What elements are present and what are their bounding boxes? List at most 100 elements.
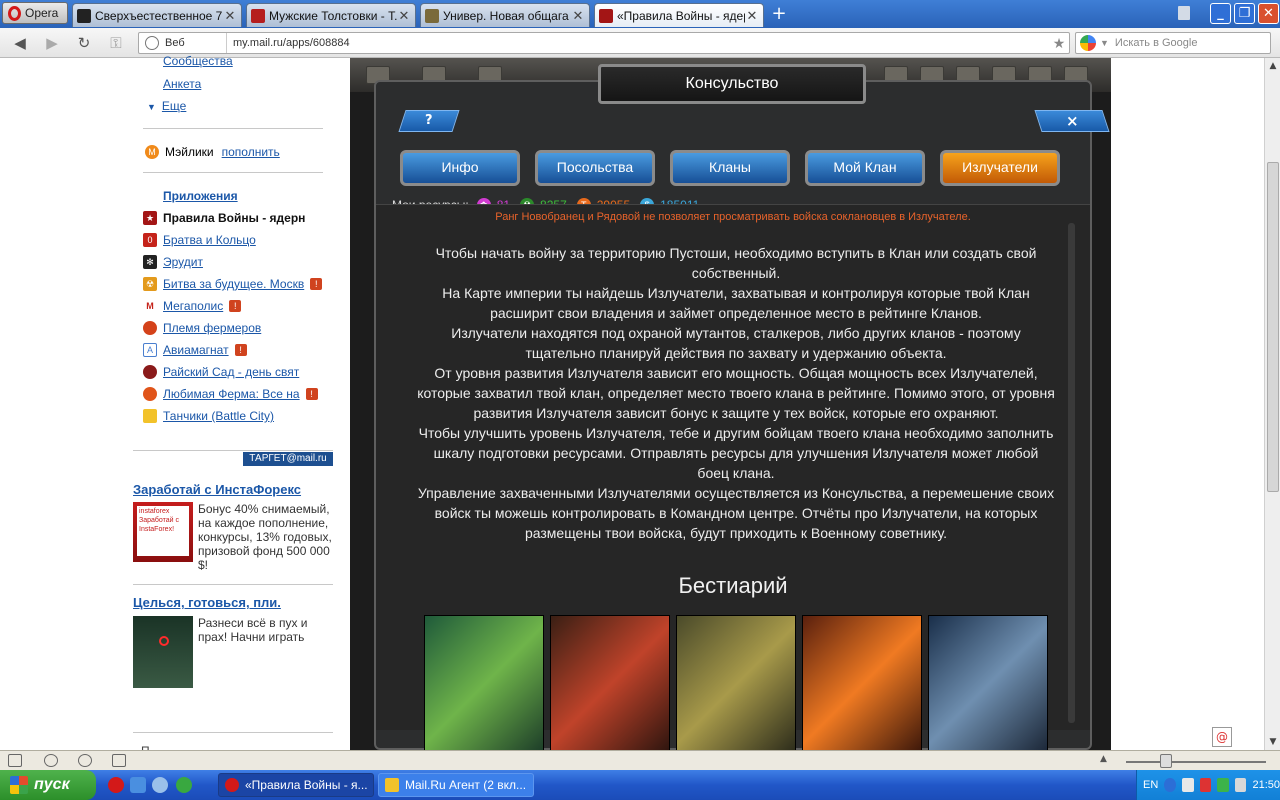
triangle-down-icon: ▼	[147, 102, 156, 112]
scrollbar-thumb[interactable]	[1267, 162, 1279, 492]
minimize-button[interactable]: _	[1210, 3, 1231, 24]
bookmark-star-icon[interactable]: ★	[1049, 35, 1069, 52]
start-button[interactable]: пуск	[0, 770, 96, 800]
tab-title: «Правила Войны - ядер...	[617, 8, 745, 23]
game-viewport[interactable]: ? × Инфо Посольства Кланы Мой Клан Излуч…	[350, 58, 1111, 750]
divider	[133, 732, 333, 733]
back-icon[interactable]: ◀	[10, 34, 30, 52]
content-scrollbar[interactable]	[1068, 223, 1075, 723]
help-button[interactable]: ?	[398, 110, 460, 132]
windows-taskbar: пуск «Правила Войны - я... Mail.Ru Агент…	[0, 770, 1280, 800]
chat-quicklaunch-icon[interactable]	[176, 777, 192, 793]
tab-close-icon[interactable]: ✕	[397, 8, 411, 24]
tab-favicon-icon	[251, 8, 265, 23]
trash-icon[interactable]	[1178, 6, 1190, 20]
sidebar-link-profile[interactable]: Анкета	[163, 77, 201, 91]
mail-tray-icon[interactable]	[1181, 778, 1194, 792]
tab-embassies[interactable]: Посольства	[535, 150, 655, 186]
new-tab-button[interactable]: +	[768, 5, 790, 23]
ad-image[interactable]	[133, 616, 193, 688]
sidebar-link-communities[interactable]: Сообщества	[163, 54, 233, 68]
ie-quicklaunch-icon[interactable]	[130, 777, 146, 793]
bestiary-card-soldier[interactable]	[928, 615, 1048, 750]
sidebar-app-item[interactable]: ☢ Битва за будущее. Москв!	[143, 275, 333, 293]
sidebar-app-item[interactable]: Любимая Ферма: Все на!	[143, 385, 333, 403]
zoom-slider-knob[interactable]	[1160, 754, 1172, 768]
mailiki-topup-link[interactable]: пополнить	[222, 145, 280, 159]
opera-menu-button[interactable]: Opera	[2, 2, 68, 24]
alert-icon: !	[305, 388, 318, 400]
app-ring-icon: 0	[143, 233, 157, 247]
ad-text[interactable]: Разнеси всё в пух и прах! Начни играть	[198, 616, 334, 644]
windows-logo-icon	[10, 776, 28, 794]
browser-tab[interactable]: Универ. Новая общага ... ✕	[420, 3, 590, 27]
mail-agent-icon[interactable]: @	[1212, 727, 1232, 747]
chevron-down-icon[interactable]: ▼	[1100, 38, 1109, 48]
taskbar-item-opera[interactable]: «Правила Войны - я...	[218, 773, 374, 797]
language-indicator[interactable]: EN	[1143, 779, 1158, 791]
zoom-slider[interactable]	[1126, 761, 1266, 763]
target-mail-badge[interactable]: ТАРГЕТ@mail.ru	[243, 452, 333, 466]
maximize-button[interactable]: ❐	[1234, 3, 1255, 24]
cloud-icon[interactable]	[44, 754, 58, 767]
mailiki-icon: M	[145, 145, 159, 159]
tab-emitters[interactable]: Излучатели	[940, 150, 1060, 186]
forward-icon[interactable]: ▶	[42, 34, 62, 52]
sidebar-app-item[interactable]: Райский Сад - день свят	[143, 363, 333, 381]
zoom-out-icon[interactable]: ▲	[1100, 754, 1107, 764]
network-tray-icon[interactable]	[1217, 778, 1229, 792]
tab-my-clan[interactable]: Мой Клан	[805, 150, 925, 186]
browser-tab-active[interactable]: «Правила Войны - ядер... ✕	[594, 3, 764, 27]
tab-title: Мужские Толстовки - Т...	[269, 8, 397, 23]
arrow-left-icon[interactable]	[1164, 778, 1176, 792]
sidebar-app-item[interactable]: ★ Правила Войны - ядерн	[143, 209, 333, 227]
bestiary-card-insect[interactable]	[676, 615, 796, 750]
sidebar-app-item[interactable]: ✻ Эрудит	[143, 253, 333, 271]
ad-text[interactable]: Бонус 40% снимаемый, на каждое пополнени…	[198, 502, 334, 572]
sidebar-app-item[interactable]: A Авиамагнат!	[143, 341, 333, 359]
sidebar-app-item[interactable]: M Мегаполис!	[143, 297, 333, 315]
tab-close-icon[interactable]: ✕	[745, 8, 759, 24]
panel-toggle-icon[interactable]	[8, 754, 22, 767]
ad-title[interactable]: Заработай с ИнстаФорекс	[133, 482, 301, 497]
app-radiation-icon: ☢	[143, 277, 157, 291]
tab-info[interactable]: Инфо	[400, 150, 520, 186]
taskbar-item-agent[interactable]: Mail.Ru Агент (2 вкл...	[378, 773, 534, 797]
opera-quicklaunch-icon[interactable]	[108, 777, 124, 793]
media-quicklaunch-icon[interactable]	[152, 777, 168, 793]
close-window-button[interactable]: ✕	[1258, 3, 1279, 24]
search-input[interactable]: ▼ Искать в Google	[1075, 32, 1271, 54]
app-star-icon: ★	[143, 211, 157, 225]
bestiary-card-beast[interactable]	[550, 615, 670, 750]
reload-icon[interactable]: ↻	[74, 34, 94, 52]
ad-image[interactable]: instaforex Заработай с InstaForex!	[133, 502, 193, 562]
sidebar-app-item[interactable]: Танчики (Battle City)	[143, 407, 333, 425]
browser-tab[interactable]: Сверхъестественное 7 ... ✕	[72, 3, 242, 27]
tab-clans[interactable]: Кланы	[670, 150, 790, 186]
share-icon[interactable]	[78, 754, 92, 767]
close-dialog-button[interactable]: ×	[1034, 110, 1110, 132]
key-icon[interactable]: ⚿	[106, 34, 126, 52]
bestiary-card-mutant[interactable]	[424, 615, 544, 750]
page-scrollbar[interactable]: ▲ ▼	[1264, 58, 1280, 750]
browser-tab[interactable]: Мужские Толстовки - Т... ✕	[246, 3, 416, 27]
shield-tray-icon[interactable]	[1199, 778, 1212, 792]
url-text[interactable]: my.mail.ru/apps/608884	[227, 37, 1049, 49]
tab-close-icon[interactable]: ✕	[223, 8, 237, 24]
address-bar[interactable]: Веб my.mail.ru/apps/608884 ★	[138, 32, 1070, 54]
sidebar-link-more[interactable]: ▼ Еще	[147, 99, 186, 113]
sidebar-app-item[interactable]: Племя фермеров	[143, 319, 333, 337]
envelope-icon	[385, 778, 399, 792]
volume-icon[interactable]	[1234, 778, 1247, 792]
ad-title[interactable]: Целься, готовься, пли.	[133, 595, 281, 610]
opera-icon	[225, 778, 239, 792]
apps-heading[interactable]: Приложения	[163, 189, 238, 203]
sidebar-app-item[interactable]: 0 Братва и Кольцо	[143, 231, 333, 249]
tab-close-icon[interactable]: ✕	[571, 8, 585, 24]
scroll-up-icon[interactable]: ▲	[1265, 58, 1280, 74]
speed-dial-icon[interactable]	[112, 754, 126, 767]
scroll-down-icon[interactable]: ▼	[1265, 734, 1280, 750]
divider	[133, 450, 333, 451]
bestiary-card-demon[interactable]	[802, 615, 922, 750]
alert-icon: !	[310, 278, 323, 290]
